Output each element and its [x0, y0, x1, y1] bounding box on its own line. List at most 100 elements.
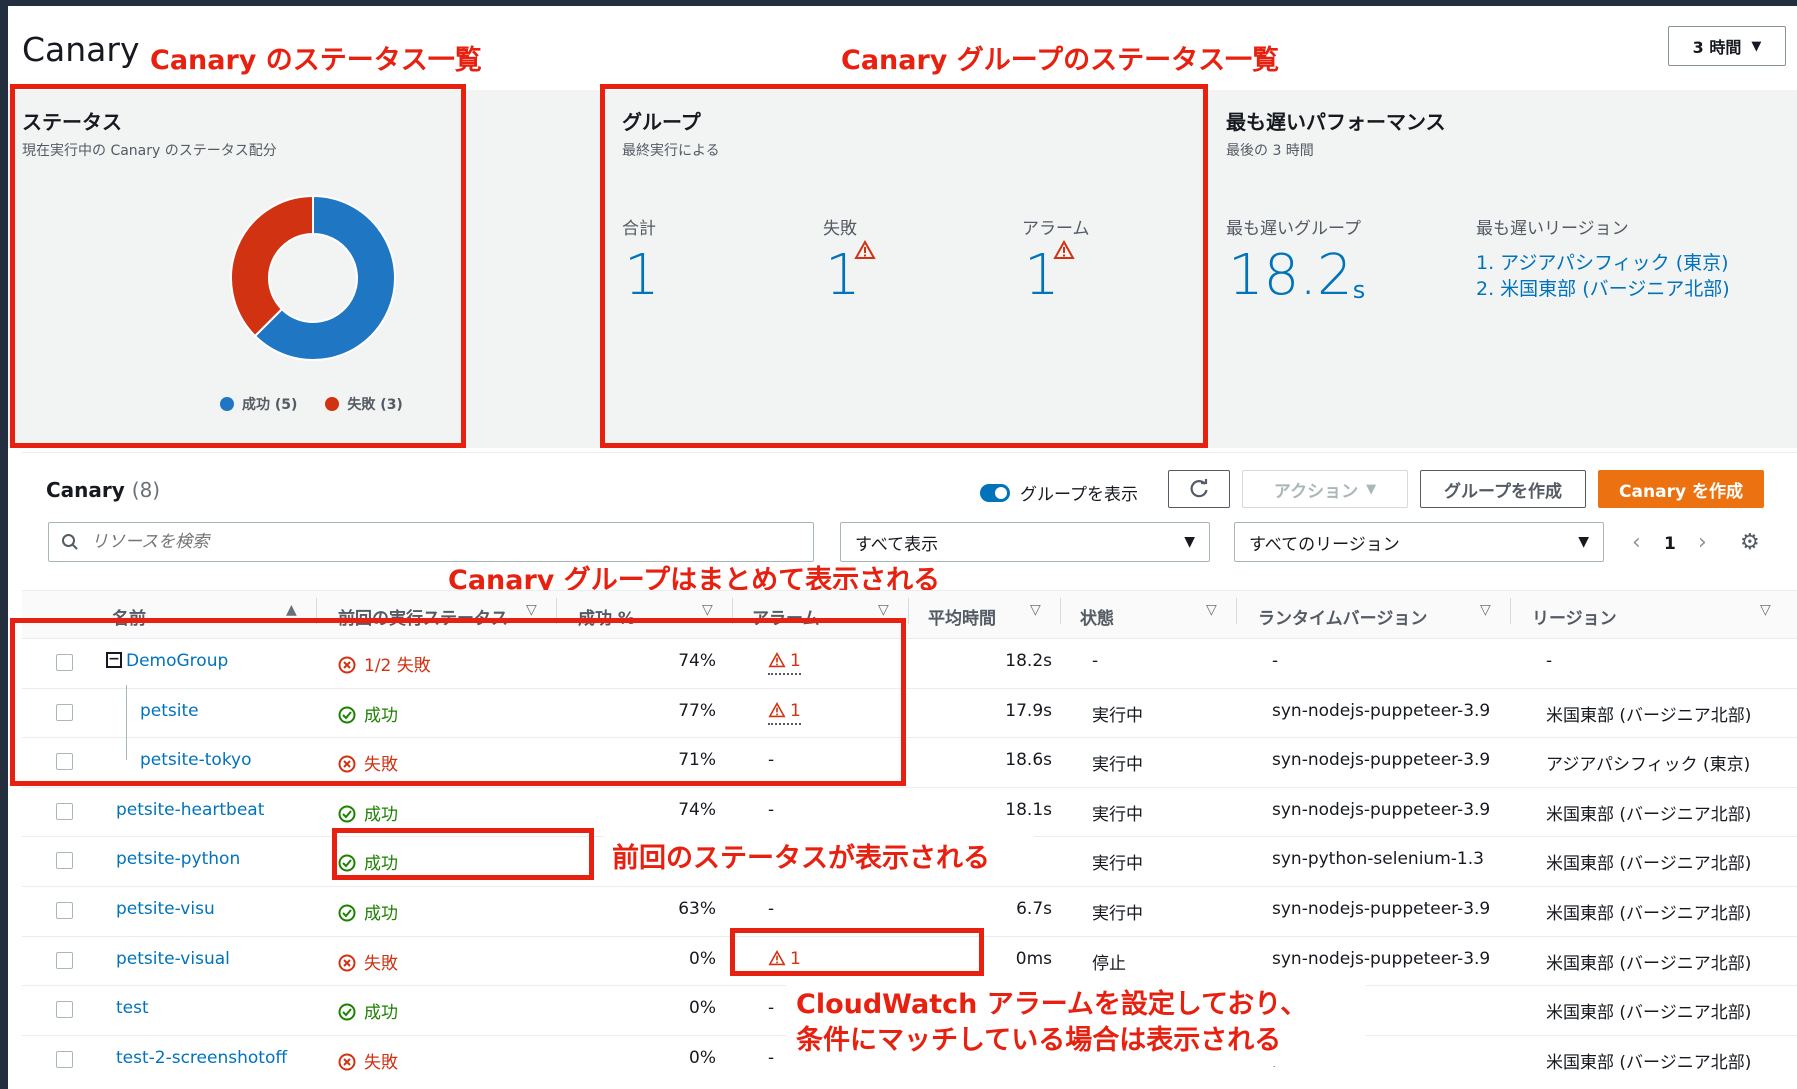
row-avg-time: 0ms [1015, 948, 1052, 969]
row-checkbox[interactable] [56, 951, 73, 969]
row-runtime: syn-nodejs-puppeteer-3.9 [1272, 899, 1491, 919]
row-name-link[interactable]: petsite-visual [116, 949, 230, 969]
col-divider [1060, 598, 1061, 624]
sort-icon[interactable]: ▽ [878, 602, 889, 618]
row-avg-time: 6.7s [1016, 899, 1052, 919]
refresh-icon [1190, 479, 1208, 498]
slowest-region-link-1[interactable]: 1. アジアパシフィック (東京) [1476, 248, 1729, 275]
row-status-text: 成功 [364, 1003, 398, 1024]
search-field[interactable] [48, 522, 814, 562]
col-state[interactable]: 状態 [1080, 604, 1114, 629]
row-status-text: 成功 [364, 804, 398, 825]
sort-icon[interactable]: ▽ [526, 602, 537, 618]
table-title: Canary (8) [46, 478, 160, 502]
sort-icon[interactable]: ▽ [1480, 602, 1491, 618]
prev-page-icon[interactable]: ‹ [1632, 530, 1641, 555]
sort-icon[interactable]: ▽ [1206, 602, 1217, 618]
settings-gear-icon[interactable]: ⚙ [1740, 530, 1760, 555]
console-frame: Canary Canary のステータス一覧 Canary グループのステータス… [8, 6, 1797, 1089]
caret-down-icon: ▼ [1578, 534, 1589, 550]
slowest-group-value: 18.2 [1228, 243, 1353, 308]
col-avg-time[interactable]: 平均時間 [928, 604, 996, 629]
current-page[interactable]: 1 [1664, 534, 1676, 554]
success-icon [338, 805, 356, 823]
row-success-rate: 63% [678, 899, 716, 919]
row-last-status: 失敗 [338, 949, 398, 974]
refresh-button[interactable] [1168, 470, 1230, 508]
col-runtime[interactable]: ランタイムバージョン [1258, 604, 1427, 629]
row-name-link[interactable]: test [116, 998, 149, 1018]
row-checkbox[interactable] [56, 1001, 73, 1019]
col-region[interactable]: リージョン [1532, 604, 1617, 629]
annotation-box-group-rows [10, 618, 906, 786]
row-checkbox[interactable] [56, 1050, 73, 1068]
create-canary-button[interactable]: Canary を作成 [1598, 470, 1764, 508]
row-region: 米国東部 (バージニア北部) [1546, 953, 1752, 974]
row-region: 米国東部 (バージニア北部) [1546, 804, 1752, 825]
create-group-button[interactable]: グループを作成 [1420, 470, 1586, 508]
table-title-text: Canary [46, 478, 125, 502]
annotation-last-status: 前回のステータスが表示される [612, 843, 990, 874]
row-name-link[interactable]: petsite-heartbeat [116, 800, 264, 820]
row-avg-time: 18.1s [1005, 799, 1052, 820]
toggle-switch[interactable] [980, 483, 1010, 502]
row-checkbox[interactable] [56, 902, 73, 919]
row-status-text: 失敗 [364, 953, 398, 974]
row-alarm: - [768, 998, 775, 1019]
time-range-value: 3 時間 [1692, 38, 1742, 57]
row-success-rate: 74% [678, 799, 716, 820]
page-title: Canary [22, 30, 140, 69]
row-success-rate: 0% [689, 948, 716, 969]
row-region: 米国東部 (バージニア北部) [1546, 705, 1752, 726]
row-checkbox[interactable] [56, 852, 73, 870]
row-name-link[interactable]: petsite-visu [116, 899, 215, 919]
row-runtime: syn-python-selenium-1.3 [1272, 849, 1484, 870]
col-divider [1236, 598, 1237, 624]
filter-status-select[interactable]: すべて表示 ▼ [840, 522, 1210, 562]
row-name-link[interactable]: petsite-python [116, 849, 240, 869]
search-icon [62, 534, 78, 550]
row-runtime: - [1272, 651, 1279, 671]
row-avg-time: 17.9s [1005, 700, 1052, 721]
annotation-group-status-list: Canary グループのステータス一覧 [841, 45, 1280, 76]
row-state: 実行中 [1092, 755, 1143, 776]
row-state: 実行中 [1092, 904, 1143, 924]
row-runtime: syn-nodejs-puppeteer-3.9 [1272, 799, 1491, 820]
group-toggle[interactable]: グループを表示 [980, 480, 1138, 505]
toggle-label: グループを表示 [1020, 485, 1138, 505]
caret-down-icon: ▼ [1751, 38, 1762, 54]
filter-region-select[interactable]: すべてのリージョン ▼ [1234, 522, 1604, 562]
filter-region-value: すべてのリージョン [1249, 534, 1400, 555]
search-input[interactable] [89, 531, 773, 553]
row-alarm: - [768, 799, 775, 820]
time-range-select[interactable]: 3 時間 ▼ [1668, 26, 1786, 66]
error-icon [338, 954, 356, 972]
table-count: (8) [131, 478, 161, 502]
annotation-box-last-status [332, 828, 594, 880]
perf-panel-subtitle: 最後の 3 時間 [1226, 143, 1314, 159]
slowest-region-link-2[interactable]: 2. 米国東部 (バージニア北部) [1476, 274, 1730, 301]
toggle-knob [995, 486, 1007, 499]
create-canary-label: Canary を作成 [1619, 481, 1743, 502]
filter-status-value: すべて表示 [855, 534, 939, 555]
error-icon [338, 1053, 356, 1071]
row-name-link[interactable]: test-2-screenshotoff [116, 1048, 287, 1068]
perf-panel-title: 最も遅いパフォーマンス [1226, 110, 1446, 134]
row-checkbox[interactable] [56, 802, 73, 820]
row-state: - [1092, 651, 1099, 671]
row-state: 実行中 [1092, 804, 1143, 825]
sort-icon[interactable]: ▽ [1030, 602, 1041, 618]
annotation-status-list: Canary のステータス一覧 [150, 45, 482, 76]
row-runtime: syn-nodejs-puppeteer-3.9 [1272, 700, 1491, 721]
sort-icon[interactable]: ▽ [1760, 602, 1771, 618]
success-icon [338, 904, 356, 922]
annotation-alarm-line1: CloudWatch アラームを設定しており、 [796, 989, 1308, 1020]
caret-down-icon: ▼ [1184, 534, 1195, 550]
create-group-label: グループを作成 [1444, 481, 1562, 502]
row-alarm: - [768, 899, 775, 919]
sort-icon[interactable]: ▽ [702, 602, 713, 618]
next-page-icon[interactable]: › [1698, 530, 1707, 555]
actions-button[interactable]: アクション ▼ [1242, 470, 1408, 508]
row-status-text: 成功 [364, 904, 398, 924]
sort-asc-icon[interactable]: ▲ [286, 602, 297, 618]
